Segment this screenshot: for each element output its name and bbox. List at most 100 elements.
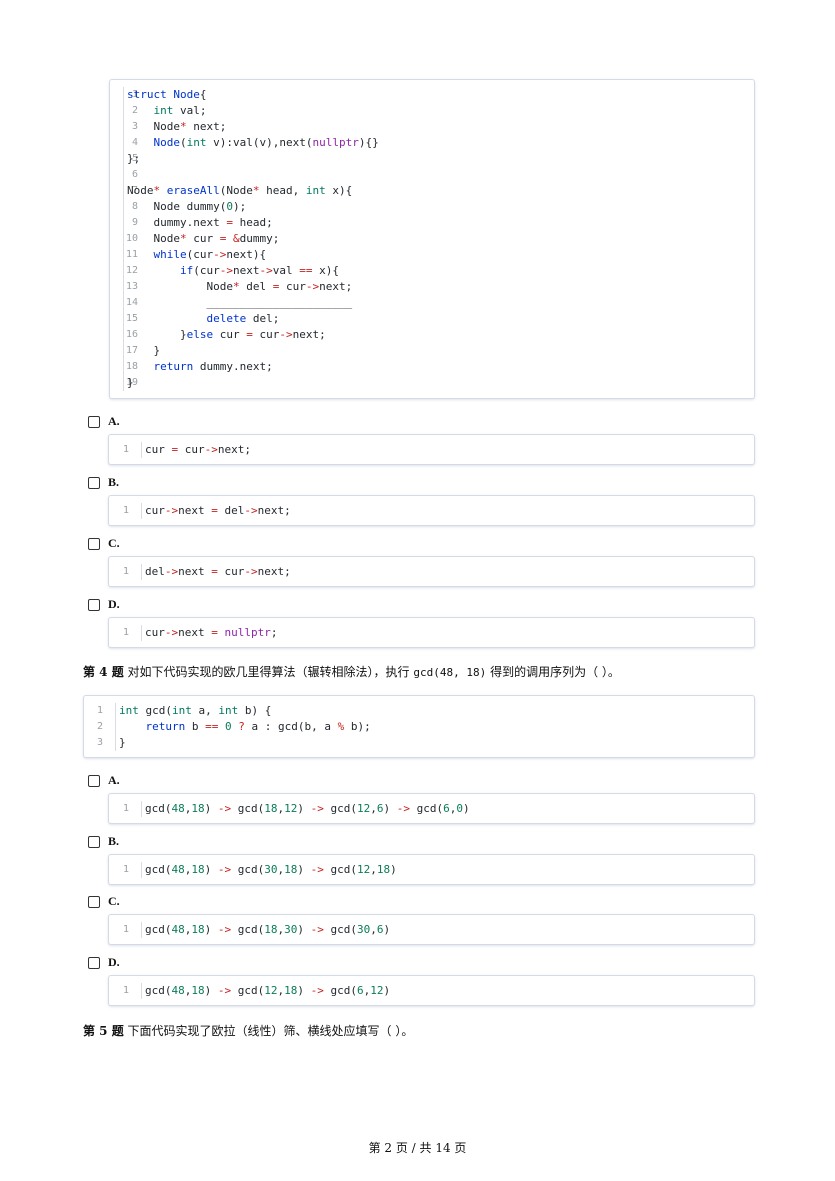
code-text: }	[123, 375, 134, 391]
q3-option-label: B.	[108, 475, 120, 489]
code-line: 1 gcd(48,18) -> gcd(30,18) -> gcd(12,18)	[109, 862, 754, 878]
code-line: 1 cur->next = del->next;	[109, 503, 754, 519]
code-text: };	[123, 151, 140, 167]
code-text: Node* del = cur->next;	[123, 279, 352, 295]
q5-number: 第 5 题	[83, 1024, 124, 1038]
code-line: 6	[110, 167, 754, 183]
q4-option-label: C.	[108, 894, 120, 908]
code-line: 19}	[110, 375, 754, 391]
code-line: 1 struct Node{	[110, 87, 754, 103]
q4-option-code-block: 1 gcd(48,18) -> gcd(30,18) -> gcd(12,18)	[108, 854, 755, 885]
code-line: 3 Node* next;	[110, 119, 754, 135]
line-number: 1	[122, 566, 129, 577]
code-line: 18 return dummy.next;	[110, 359, 754, 375]
line-number: 1	[122, 924, 129, 935]
code-line: 7 Node* eraseAll(Node* head, int x){	[110, 183, 754, 199]
code-line: 12 if(cur->next->val == x){	[110, 263, 754, 279]
code-line: 13 Node* del = cur->next;	[110, 279, 754, 295]
code-text: Node* eraseAll(Node* head, int x){	[123, 183, 352, 199]
code-text: dummy.next = head;	[123, 215, 273, 231]
line-number: 1	[96, 705, 103, 716]
code-text: Node dummy(0);	[123, 199, 246, 215]
q5-stem: 第 5 题 下面代码实现了欧拉（线性）筛、横线处应填写（ ）。	[83, 1023, 413, 1039]
line-number: 2	[96, 721, 103, 732]
code-line: 10 Node* cur = &dummy;	[110, 231, 754, 247]
page-footer: 第 2 页 / 共 14 页	[368, 1141, 467, 1155]
code-text: }	[115, 735, 126, 751]
line-number: 1	[122, 864, 129, 875]
code-line: 9 dummy.next = head;	[110, 215, 754, 231]
code-text: gcd(48,18) -> gcd(12,18) -> gcd(6,12)	[141, 983, 390, 999]
line-number: 1	[122, 803, 129, 814]
q4-option-code-block: 1 gcd(48,18) -> gcd(18,12) -> gcd(12,6) -…	[108, 793, 755, 824]
code-text: gcd(48,18) -> gcd(18,30) -> gcd(30,6)	[141, 922, 390, 938]
q4-option-checkbox-1[interactable]	[88, 775, 100, 787]
code-line: 1 gcd(48,18) -> gcd(18,12) -> gcd(12,6) -…	[109, 801, 754, 817]
q4-number: 第 4 题	[83, 665, 124, 679]
q3-option-code-block: 1 cur->next = del->next;	[108, 495, 755, 526]
code-text: Node* next;	[123, 119, 226, 135]
q3-option-checkbox-1[interactable]	[88, 416, 100, 428]
code-line: 5};	[110, 151, 754, 167]
code-text: }else cur = cur->next;	[123, 327, 326, 343]
code-line: 11 while(cur->next){	[110, 247, 754, 263]
code-text: Node(int v):val(v),next(nullptr){}	[123, 135, 379, 151]
q4-option-checkbox-3[interactable]	[88, 896, 100, 908]
code-text: return dummy.next;	[123, 359, 273, 375]
q4-code-block: 1 int gcd(int a, int b) {2 return b == 0 …	[83, 695, 755, 758]
q4-stem: 第 4 题 对如下代码实现的欧几里得算法（辗转相除法），执行 gcd(48, 1…	[83, 664, 620, 681]
code-text: cur->next = del->next;	[141, 503, 291, 519]
code-line: 4 Node(int v):val(v),next(nullptr){}	[110, 135, 754, 151]
q4-option-checkbox-4[interactable]	[88, 957, 100, 969]
code-text: while(cur->next){	[123, 247, 266, 263]
q3-option-code-block: 1 cur->next = nullptr;	[108, 617, 755, 648]
q3-option-checkbox-4[interactable]	[88, 599, 100, 611]
code-text: gcd(48,18) -> gcd(30,18) -> gcd(12,18)	[141, 862, 397, 878]
code-text: }	[123, 343, 160, 359]
code-line: 1 cur->next = nullptr;	[109, 625, 754, 641]
q4-option-code-block: 1 gcd(48,18) -> gcd(18,30) -> gcd(30,6)	[108, 914, 755, 945]
code-text: Node* cur = &dummy;	[123, 231, 279, 247]
q4-option-checkbox-2[interactable]	[88, 836, 100, 848]
line-number: 3	[96, 737, 103, 748]
q3-option-code-block: 1 del->next = cur->next;	[108, 556, 755, 587]
code-text: int val;	[123, 103, 207, 119]
code-line: 1 gcd(48,18) -> gcd(18,30) -> gcd(30,6)	[109, 922, 754, 938]
code-text: cur->next = nullptr;	[141, 625, 277, 641]
code-text: cur = cur->next;	[141, 442, 251, 458]
code-text: del->next = cur->next;	[141, 564, 291, 580]
q3-option-checkbox-3[interactable]	[88, 538, 100, 550]
code-line: 8 Node dummy(0);	[110, 199, 754, 215]
line-number: 1	[122, 627, 129, 638]
code-line: 1 gcd(48,18) -> gcd(12,18) -> gcd(6,12)	[109, 983, 754, 999]
q5-text: 下面代码实现了欧拉（线性）筛、横线处应填写（ ）。	[127, 1024, 414, 1038]
code-line: 15 delete del;	[110, 311, 754, 327]
code-line: 2 int val;	[110, 103, 754, 119]
q4-option-label: D.	[108, 955, 120, 969]
code-text: delete del;	[123, 311, 279, 327]
code-line: 17 }	[110, 343, 754, 359]
code-line: 3}	[84, 735, 754, 751]
code-line: 16 }else cur = cur->next;	[110, 327, 754, 343]
line-number: 1	[122, 505, 129, 516]
q3-code-block: 1 struct Node{2 int val; 3 Node* next; 4 No…	[109, 79, 755, 399]
line-number: 1	[122, 985, 129, 996]
q3-option-checkbox-2[interactable]	[88, 477, 100, 489]
q3-option-label: A.	[108, 414, 120, 428]
code-line: 2 return b == 0 ? a : gcd(b, a % b);	[84, 719, 754, 735]
q4-option-label: A.	[108, 773, 120, 787]
code-text: return b == 0 ? a : gcd(b, a % b);	[115, 719, 371, 735]
code-text	[123, 167, 127, 183]
q3-option-code-block: 1 cur = cur->next;	[108, 434, 755, 465]
q4-option-label: B.	[108, 834, 120, 848]
code-line: 1 int gcd(int a, int b) {	[84, 703, 754, 719]
code-line: 1 del->next = cur->next;	[109, 564, 754, 580]
q4-option-code-block: 1 gcd(48,18) -> gcd(12,18) -> gcd(6,12)	[108, 975, 755, 1006]
code-text: struct Node{	[123, 87, 207, 103]
q3-option-label: D.	[108, 597, 120, 611]
q3-option-label: C.	[108, 536, 120, 550]
code-text: ______________________	[123, 295, 352, 311]
code-text: int gcd(int a, int b) {	[115, 703, 271, 719]
code-line: 14 ______________________	[110, 295, 754, 311]
code-text: if(cur->next->val == x){	[123, 263, 339, 279]
